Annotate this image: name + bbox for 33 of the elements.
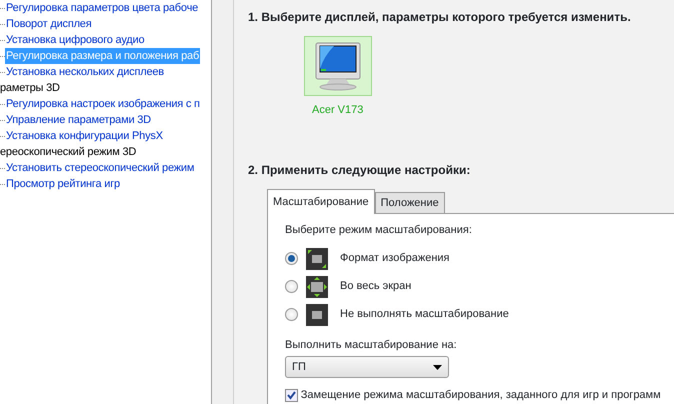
tab[interactable]: Положение xyxy=(374,192,445,213)
radio-button[interactable] xyxy=(285,280,298,293)
display-name: Acer V173 xyxy=(312,103,364,118)
section-heading: 1. Выберите дисплей, параметры которого требуется изменить. xyxy=(248,9,632,26)
tree-item[interactable]: Установка цифрового аудио xyxy=(5,32,146,48)
tree-item[interactable]: Установить стереоскопический режим xyxy=(5,160,196,176)
tree-group-label[interactable]: ереоскопический режим 3D xyxy=(0,144,211,160)
radio-label[interactable]: Не выполнять масштабирование xyxy=(340,306,509,323)
tree-item[interactable]: Поворот дисплея xyxy=(5,16,92,32)
aspect-ratio-icon xyxy=(306,248,328,270)
tab[interactable]: Масштабирование xyxy=(267,188,375,214)
no-scaling-icon xyxy=(306,304,328,326)
tree-item[interactable]: Установка конфигурации PhysX xyxy=(5,128,164,144)
mode-label: Выберите режим масштабирования: xyxy=(285,223,473,238)
dropdown-label: Выполнить масштабирование на: xyxy=(285,338,458,352)
section-heading: 2. Применить следующие настройки: xyxy=(248,162,472,178)
radio-label[interactable]: Во весь экран xyxy=(340,278,412,295)
tree-item[interactable]: Регулировка параметров цвета рабоче xyxy=(5,0,200,16)
tree-group-label[interactable]: раметры 3D xyxy=(0,80,211,96)
monitor-icon xyxy=(314,41,362,91)
checkbox[interactable] xyxy=(285,388,298,402)
fullscreen-icon xyxy=(306,276,328,298)
radio-button[interactable] xyxy=(285,308,298,321)
checkbox-label[interactable]: Замещение режима масштабирования, заданного для игр и программ xyxy=(300,387,661,404)
display-tile[interactable] xyxy=(304,36,372,96)
radio-button[interactable] xyxy=(285,252,298,265)
dropdown[interactable]: ГП xyxy=(285,356,449,378)
tree-item[interactable]: Установка нескольких дисплеев xyxy=(5,64,165,80)
radio-label[interactable]: Формат изображения xyxy=(340,250,450,267)
tree-item[interactable]: Управление параметрами 3D xyxy=(5,112,152,128)
caret-icon xyxy=(433,364,442,370)
tree-item[interactable]: Просмотр рейтинга игр xyxy=(5,176,121,192)
tree-item[interactable]: Регулировка настроек изображения с п xyxy=(5,96,201,112)
